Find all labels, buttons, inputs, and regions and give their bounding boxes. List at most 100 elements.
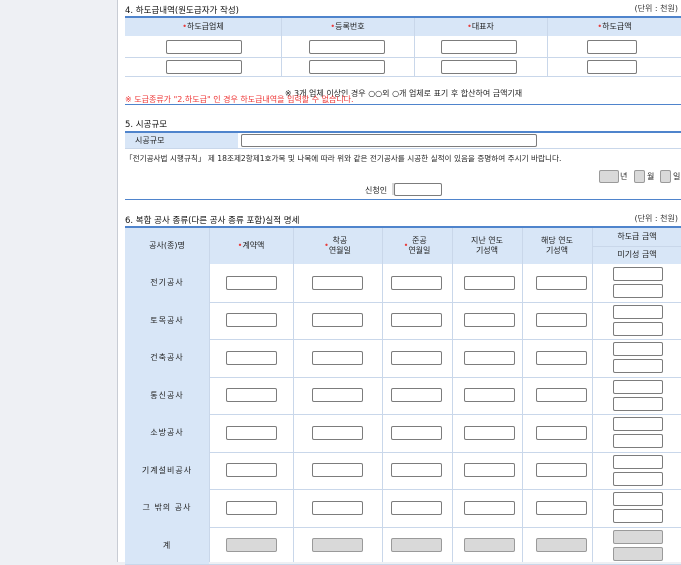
section6-row3-unbilled-input[interactable] [613, 359, 663, 373]
section5-title: 5. 시공규모 [125, 120, 168, 130]
section6-row7-contract-input[interactable] [226, 500, 277, 515]
section6-col-header-3: • 착공 연월일 [293, 228, 382, 264]
section6-row6-subcontract-input[interactable] [613, 454, 663, 469]
section6-row6-end-input[interactable] [391, 463, 442, 478]
section4-divider [547, 18, 548, 76]
section6-row3-start-input[interactable] [312, 350, 363, 365]
section6-row-label: 기계설비공사 [125, 451, 209, 489]
section6-row8-current-input [536, 538, 587, 553]
section6-row7-current-input[interactable] [536, 500, 587, 515]
section6-divider [452, 228, 453, 562]
section6-row6-past-input[interactable] [464, 463, 515, 478]
section6-divider [293, 228, 294, 562]
section6-row3-contract-input[interactable] [226, 350, 277, 365]
subcontract-row1-ceo-input[interactable] [441, 40, 517, 54]
section5-bottom-rule [125, 199, 681, 200]
section6-row2-end-input[interactable] [391, 313, 442, 328]
section6-row1-contract-input[interactable] [226, 275, 277, 290]
section6-row7-end-input[interactable] [391, 500, 442, 515]
section6-row6-current-input[interactable] [536, 463, 587, 478]
section4-col-header-1-text: 하도급업체 [186, 22, 224, 31]
subcontract-row2-ceo-input[interactable] [441, 60, 517, 74]
section6-row5-end-input[interactable] [391, 425, 442, 440]
date-month-label: 월 [647, 172, 655, 181]
section6-row1-subcontract-input[interactable] [613, 267, 663, 281]
section6-row4-start-input[interactable] [312, 388, 363, 403]
section6-row5-current-input[interactable] [536, 425, 587, 440]
section6-row7-start-input[interactable] [312, 500, 363, 515]
section6-row3-subcontract-input[interactable] [613, 342, 663, 356]
section6-row8-subcontract-input [613, 529, 663, 544]
section6-row2-start-input[interactable] [312, 313, 363, 328]
section6-row5-contract-input[interactable] [226, 425, 277, 440]
section6-row4-current-input[interactable] [536, 388, 587, 403]
section6-row4-contract-input[interactable] [226, 388, 277, 403]
section4-col-header-4: • 하도급액 [547, 18, 681, 36]
section6-header-split [592, 246, 681, 247]
section4-row-divider [125, 76, 681, 77]
section6-row7-unbilled-input[interactable] [613, 509, 663, 523]
section6-row8-unbilled-input [613, 546, 663, 561]
section6-row2-current-input[interactable] [536, 313, 587, 328]
section6-row7-past-input[interactable] [464, 500, 515, 515]
date-day-label: 일 [673, 172, 681, 181]
section4-col-header-1: • 하도급업체 [125, 18, 281, 36]
section4-unit: (단위 : 천원) [634, 4, 678, 13]
section6-row5-subcontract-input[interactable] [613, 417, 663, 431]
section6-divider [592, 228, 593, 562]
section6-col-header-5-text: 지난 연도 기성액 [471, 236, 503, 255]
section6-col-header-1-text: 공사(종)명 [149, 241, 185, 250]
section6-title: 6. 복합 공사 종류(다른 공사 종류 포함)실적 명세 [125, 216, 300, 226]
section4-col-header-2: • 등록번호 [281, 18, 414, 36]
section6-row4-end-input[interactable] [391, 388, 442, 403]
subcontract-row2-company-input[interactable] [166, 60, 242, 74]
section6-row7-subcontract-input[interactable] [613, 492, 663, 506]
subcontract-row1-company-input[interactable] [166, 40, 242, 54]
applicant-label: 신청인 [365, 186, 388, 195]
section6-row8-end-input [391, 538, 442, 553]
section6-row5-start-input[interactable] [312, 425, 363, 440]
section6-col-header-5: 지난 연도 기성액 [452, 228, 522, 264]
section6-row3-end-input[interactable] [391, 350, 442, 365]
section6-row8-contract-input [226, 538, 277, 553]
section6-row2-contract-input[interactable] [226, 313, 277, 328]
section6-row5-past-input[interactable] [464, 425, 515, 440]
section6-row2-subcontract-input[interactable] [613, 304, 663, 319]
section6-row1-current-input[interactable] [536, 275, 587, 290]
section5-statement: 「전기공사법 시행규칙」 제 18조제2항제1호가목 및 나목에 따라 위와 같… [125, 154, 562, 163]
section6-row-label: 그 밖의 공사 [125, 489, 209, 527]
section6-row1-past-input[interactable] [464, 275, 515, 290]
subcontract-row1-regno-input[interactable] [309, 40, 385, 54]
section6-row3-current-input[interactable] [536, 350, 587, 365]
construction-scale-input[interactable] [241, 134, 537, 147]
section6-row5-unbilled-input[interactable] [613, 434, 663, 448]
date-month-input[interactable] [634, 170, 645, 183]
section6-row6-contract-input[interactable] [226, 463, 277, 478]
section6-unit: (단위 : 천원) [634, 214, 678, 223]
subcontract-row2-amount-input[interactable] [587, 60, 637, 74]
section6-row4-past-input[interactable] [464, 388, 515, 403]
section4-col-header-2-text: 등록번호 [335, 22, 365, 31]
section6-row3-past-input[interactable] [464, 350, 515, 365]
section6-row-label: 소방공사 [125, 414, 209, 452]
subcontract-row1-amount-input[interactable] [587, 40, 637, 54]
section6-row6-unbilled-input[interactable] [613, 471, 663, 486]
section6-row1-start-input[interactable] [312, 275, 363, 290]
subcontract-row2-regno-input[interactable] [309, 60, 385, 74]
date-year-input[interactable] [599, 170, 619, 183]
date-day-input[interactable] [660, 170, 671, 183]
section4-col-header-3: • 대표자 [414, 18, 547, 36]
section6-row6-start-input[interactable] [312, 463, 363, 478]
section6-row4-unbilled-input[interactable] [613, 396, 663, 411]
section6-row4-subcontract-input[interactable] [613, 379, 663, 394]
section6-row2-past-input[interactable] [464, 313, 515, 328]
applicant-name-input[interactable] [394, 183, 442, 196]
section6-col-header-4-text: 준공 연월일 [408, 236, 431, 255]
section4-col-header-4-text: 하도급액 [602, 22, 632, 31]
section6-col-header-1: 공사(종)명 [125, 228, 209, 264]
section6-row1-end-input[interactable] [391, 275, 442, 290]
section6-divider [382, 228, 383, 562]
section6-row1-unbilled-input[interactable] [613, 284, 663, 298]
section6-row2-unbilled-input[interactable] [613, 321, 663, 336]
section6-header-subcontract: 하도급 금액 [617, 232, 657, 241]
